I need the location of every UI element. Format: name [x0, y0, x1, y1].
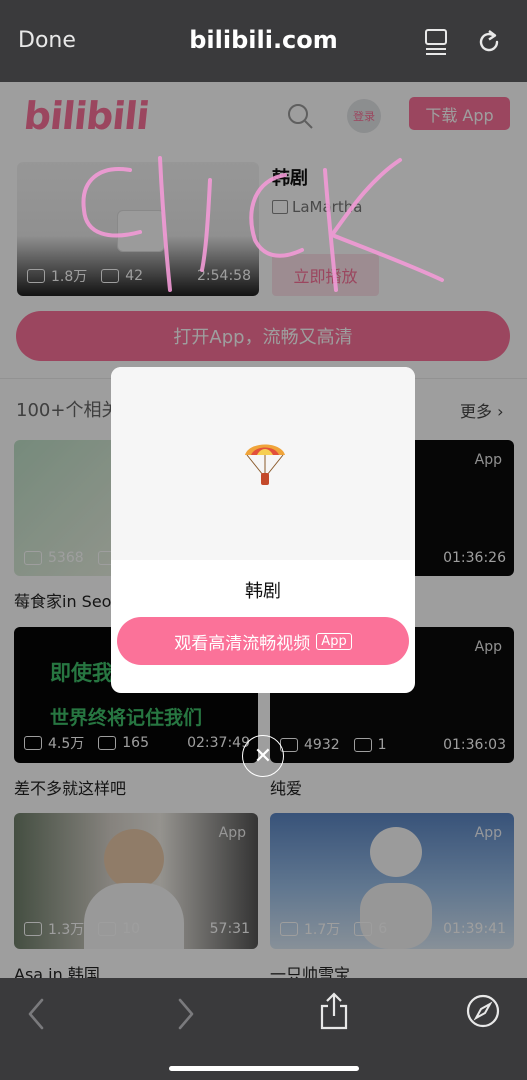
browser-top-bar: Done bilibili.com	[0, 0, 527, 82]
share-icon[interactable]	[318, 992, 350, 1030]
close-dialog-button[interactable]: ✕	[242, 735, 284, 777]
reload-icon[interactable]	[475, 28, 503, 56]
compass-icon[interactable]	[466, 994, 500, 1028]
watch-in-app-button[interactable]: 观看高清流畅视频 App	[117, 617, 409, 665]
back-icon[interactable]	[26, 998, 46, 1030]
parachute-icon	[245, 444, 285, 485]
watch-label: 观看高清流畅视频	[174, 633, 311, 654]
app-badge: App	[316, 632, 352, 650]
dialog-cover	[111, 367, 415, 560]
dialog-title: 韩剧	[245, 581, 281, 602]
forward-icon[interactable]	[176, 998, 196, 1030]
open-in-app-dialog: 韩剧 观看高清流畅视频 App	[111, 367, 415, 693]
home-indicator	[169, 1066, 359, 1071]
browser-bottom-bar	[0, 978, 527, 1080]
done-button[interactable]: Done	[18, 28, 76, 53]
reader-view-icon[interactable]	[424, 28, 448, 56]
close-icon: ✕	[253, 743, 273, 769]
